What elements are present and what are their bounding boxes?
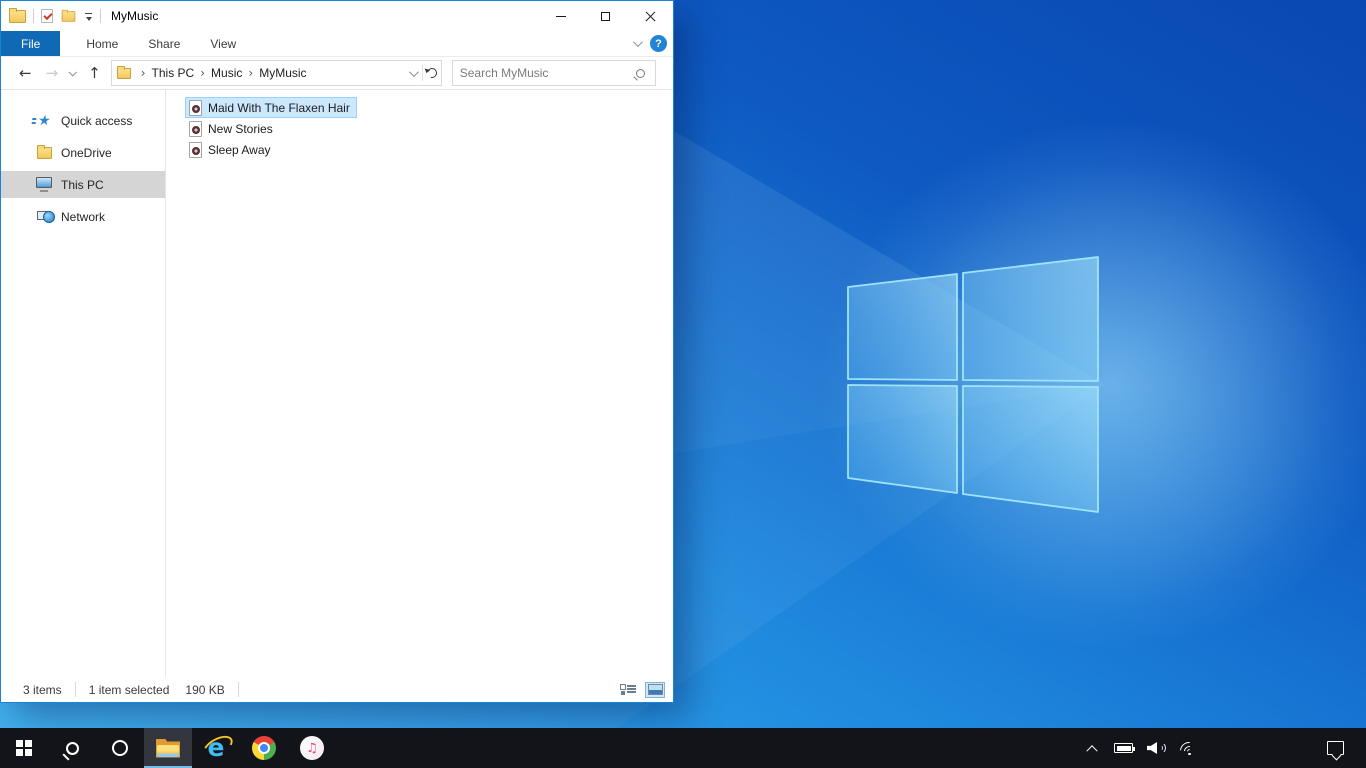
cortana-icon xyxy=(112,740,128,756)
details-view-icon[interactable] xyxy=(620,683,636,696)
address-dropdown-button[interactable] xyxy=(404,61,422,85)
minimize-icon xyxy=(555,15,566,17)
sidebar-item-onedrive[interactable]: OneDrive xyxy=(1,139,165,166)
taskbar-search-button[interactable] xyxy=(48,728,96,768)
window-title: MyMusic xyxy=(111,9,159,23)
breadcrumb-music[interactable]: Music xyxy=(211,66,242,80)
caption-buttons xyxy=(538,1,673,31)
search-box[interactable] xyxy=(451,60,656,86)
help-icon[interactable] xyxy=(650,35,667,52)
maximize-icon xyxy=(601,11,610,21)
network-icon xyxy=(37,211,55,223)
customize-quick-access-chevron-icon[interactable] xyxy=(84,12,93,21)
tab-home[interactable]: Home xyxy=(71,31,133,56)
internet-explorer-icon xyxy=(203,735,229,761)
taskbar xyxy=(0,728,1366,768)
sidebar-item-quick-access[interactable]: Quick access xyxy=(1,107,165,134)
breadcrumb-separator-icon: › xyxy=(248,66,254,80)
sidebar-item-network[interactable]: Network xyxy=(1,203,165,230)
address-folder-icon xyxy=(116,65,131,79)
file-row[interactable]: New Stories xyxy=(185,118,280,139)
sidebar-item-label: This PC xyxy=(61,177,104,192)
windows-start-icon xyxy=(16,740,32,756)
volume-icon[interactable] xyxy=(1147,741,1166,755)
back-arrow-icon[interactable]: ← xyxy=(19,65,32,81)
ribbon-tab-bar: File Home Share View xyxy=(1,31,673,57)
status-item-count: 3 items xyxy=(23,682,62,697)
file-name: Maid With The Flaxen Hair xyxy=(208,100,350,115)
taskbar-file-explorer-button[interactable] xyxy=(144,728,192,768)
address-bar[interactable]: › This PC › Music › MyMusic xyxy=(110,60,442,86)
explorer-content: Quick access OneDrive This PC Network xyxy=(1,90,673,677)
recent-locations-chevron-icon[interactable] xyxy=(68,68,78,77)
action-center-icon[interactable] xyxy=(1327,741,1344,755)
desktop[interactable]: MyMusic File Home Share View ← → ↑ xyxy=(0,0,1366,768)
status-selection-size: 190 KB xyxy=(185,682,225,697)
file-list[interactable]: Maid With The Flaxen Hair New Stories Sl… xyxy=(166,90,673,677)
breadcrumb-separator-icon: › xyxy=(200,66,206,80)
properties-icon[interactable] xyxy=(41,9,53,23)
system-tray xyxy=(1086,728,1366,768)
search-input[interactable] xyxy=(459,66,636,80)
sidebar-item-label: OneDrive xyxy=(61,145,112,160)
file-explorer-icon xyxy=(156,739,180,758)
search-icon[interactable] xyxy=(635,68,645,78)
status-separator xyxy=(237,682,239,697)
itunes-icon xyxy=(300,736,324,760)
hidden-icons-chevron-icon[interactable] xyxy=(1086,745,1098,757)
sidebar-item-label: Quick access xyxy=(61,113,133,128)
file-row[interactable]: Sleep Away xyxy=(185,139,278,160)
titlebar-separator xyxy=(33,9,34,23)
up-arrow-icon[interactable]: ↑ xyxy=(88,65,101,81)
audio-file-icon xyxy=(189,99,202,116)
audio-file-icon xyxy=(189,141,202,158)
breadcrumb-this-pc[interactable]: This PC xyxy=(152,66,195,80)
breadcrumb-mymusic[interactable]: MyMusic xyxy=(259,66,306,80)
title-bar[interactable]: MyMusic xyxy=(1,1,673,31)
cortana-button[interactable] xyxy=(96,728,144,768)
taskbar-internet-explorer-button[interactable] xyxy=(192,728,240,768)
search-icon xyxy=(65,741,79,755)
window-folder-icon xyxy=(9,7,26,23)
taskbar-chrome-button[interactable] xyxy=(240,728,288,768)
quick-access-star-icon xyxy=(37,114,52,128)
onedrive-folder-icon xyxy=(36,144,52,159)
chrome-icon xyxy=(252,736,276,760)
expand-ribbon-chevron-icon[interactable] xyxy=(632,37,643,48)
this-pc-monitor-icon xyxy=(36,177,52,192)
battery-icon[interactable] xyxy=(1114,743,1135,753)
maximize-button[interactable] xyxy=(583,1,628,31)
start-button[interactable] xyxy=(0,728,48,768)
large-icons-view-icon[interactable] xyxy=(645,681,665,698)
audio-file-icon xyxy=(189,120,202,137)
close-button[interactable] xyxy=(628,1,673,31)
status-selection: 1 item selected xyxy=(88,682,170,697)
navigation-bar: ← → ↑ › This PC › Music › MyMusic xyxy=(1,57,673,90)
forward-arrow-icon[interactable]: → xyxy=(46,65,59,81)
close-icon xyxy=(645,11,656,22)
tab-view[interactable]: View xyxy=(195,31,251,56)
titlebar-separator xyxy=(100,9,101,23)
file-row[interactable]: Maid With The Flaxen Hair xyxy=(185,97,357,118)
sidebar-item-this-pc[interactable]: This PC xyxy=(1,171,165,198)
navigation-pane: Quick access OneDrive This PC Network xyxy=(1,90,166,677)
status-bar: 3 items 1 item selected 190 KB xyxy=(1,677,673,702)
new-folder-icon[interactable] xyxy=(61,9,76,22)
status-separator xyxy=(74,682,76,697)
tab-share[interactable]: Share xyxy=(133,31,195,56)
breadcrumb-separator-icon: › xyxy=(140,66,146,80)
file-name: Sleep Away xyxy=(208,142,271,157)
sidebar-item-label: Network xyxy=(61,209,106,224)
wifi-icon[interactable] xyxy=(1176,738,1202,764)
refresh-icon xyxy=(424,66,439,80)
minimize-button[interactable] xyxy=(538,1,583,31)
taskbar-itunes-button[interactable] xyxy=(288,728,336,768)
chevron-down-icon xyxy=(409,66,420,77)
file-explorer-window: MyMusic File Home Share View ← → ↑ xyxy=(0,0,674,703)
refresh-button[interactable] xyxy=(423,61,441,85)
tab-file[interactable]: File xyxy=(1,31,61,56)
file-name: New Stories xyxy=(208,121,273,136)
